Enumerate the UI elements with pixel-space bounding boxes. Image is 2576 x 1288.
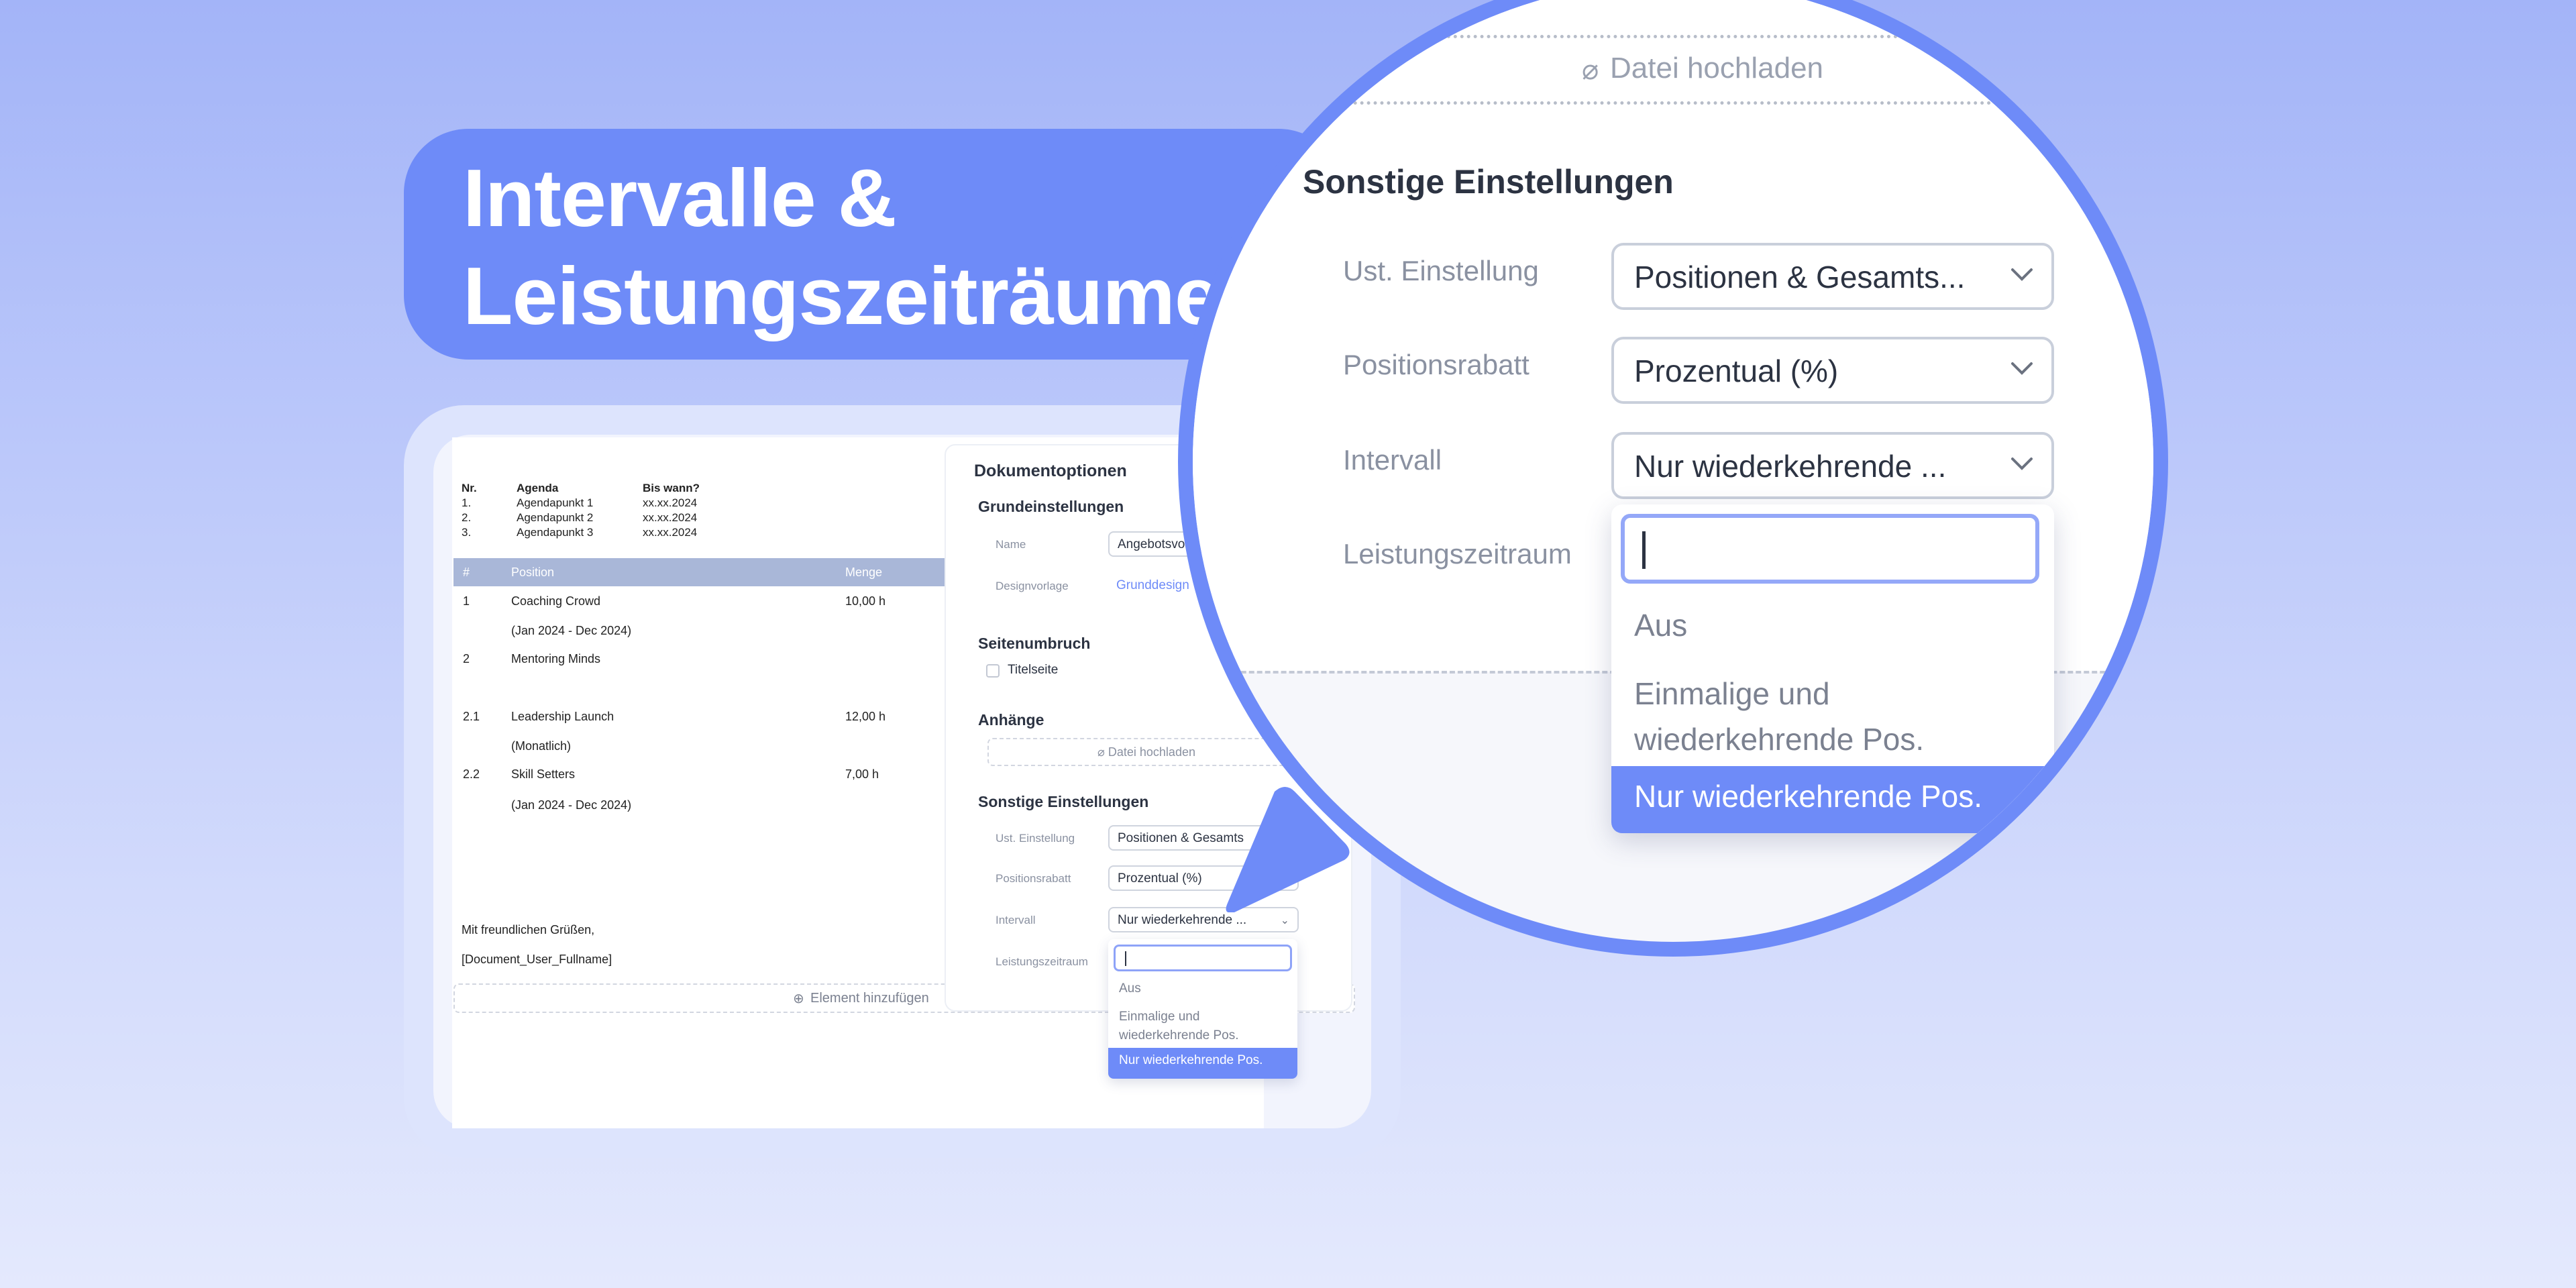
upload-file-button[interactable]: ⌀ Datei hochladen <box>987 738 1305 766</box>
magnified-dropdown-search-input[interactable] <box>1621 514 2039 584</box>
magnified-upload-label: Datei hochladen <box>1610 52 1824 85</box>
page-break-title: Seitenumbruch <box>978 635 1091 652</box>
agenda-item: Agendapunkt 3 <box>517 526 594 539</box>
row-position[interactable]: Coaching Crowd <box>511 594 600 608</box>
option-once-and-recurring-line2[interactable]: wiederkehrende Pos. <box>1119 1026 1239 1045</box>
row-number: 2.1 <box>463 710 480 723</box>
option-recurring-only[interactable]: Nur wiederkehrende Pos. <box>1108 1048 1297 1079</box>
magnified-period-dropdown: Aus Einmalige und wiederkehrende Pos. Nu… <box>1611 504 2054 833</box>
agenda-nr: 3. <box>462 526 472 539</box>
vat-label: Ust. Einstellung <box>996 832 1075 845</box>
title-line-1: Intervalle & <box>463 152 897 244</box>
agenda-header-agenda: Agenda <box>517 482 559 494</box>
positions-table-header: # Position Menge <box>453 558 945 586</box>
magnified-option-off[interactable]: Aus <box>1634 602 1687 648</box>
title-page-checkbox[interactable] <box>986 664 1000 678</box>
row-number: 2 <box>463 652 470 665</box>
upload-label: Datei hochladen <box>1108 745 1195 759</box>
period-label: Leistungszeitraum <box>996 955 1088 968</box>
options-title: Dokumentoptionen <box>974 462 1127 480</box>
row-period-note: (Jan 2024 - Dec 2024) <box>511 798 632 812</box>
paperclip-icon: ⌀ <box>1097 745 1105 759</box>
magnified-option-recurring-only-label: Nur wiederkehrende Pos. <box>1634 779 1983 814</box>
magnified-discount-label: Positionsrabatt <box>1343 349 1529 380</box>
add-element-label: Element hinzufügen <box>810 991 929 1006</box>
agenda-date: xx.xx.2024 <box>643 496 698 509</box>
row-period-note: (Monatlich) <box>511 739 572 753</box>
magnified-option-once-line1[interactable]: Einmalige und <box>1634 671 1830 716</box>
agenda-nr: 1. <box>462 496 472 509</box>
magnified-discount-value: Prozentual (%) <box>1634 354 1839 388</box>
page-title: Intervalle & Leistungszeiträume <box>463 149 1220 345</box>
text-cursor <box>1642 531 1646 569</box>
closing-text: Mit freundlichen Grüßen, <box>462 923 595 936</box>
chevron-down-icon <box>2011 268 2033 281</box>
attachments-title: Anhänge <box>978 711 1044 729</box>
signature-placeholder: [Document_User_Fullname] <box>462 953 612 966</box>
row-quantity: 10,00 h <box>845 594 886 608</box>
dropdown-search-input[interactable] <box>1114 945 1292 971</box>
agenda-date: xx.xx.2024 <box>643 526 698 539</box>
magnified-upload-button[interactable]: ⌀ Datei hochladen <box>1320 35 2004 105</box>
other-settings-title: Sonstige Einstellungen <box>978 793 1149 810</box>
agenda-item: Agendapunkt 2 <box>517 511 594 524</box>
magnified-interval-select[interactable]: Nur wiederkehrende ... <box>1611 432 2054 499</box>
title-page-label: Titelseite <box>1008 663 1059 677</box>
col-quantity: Menge <box>845 566 883 579</box>
interval-label: Intervall <box>996 914 1036 926</box>
agenda-date: xx.xx.2024 <box>643 511 698 524</box>
col-position: Position <box>511 566 555 579</box>
magnified-discount-select[interactable]: Prozentual (%) <box>1611 337 2054 404</box>
design-label: Designvorlage <box>996 580 1069 592</box>
discount-label: Positionsrabatt <box>996 872 1071 885</box>
magnifier-lens: ⌀ Datei hochladen Sonstige Einstellungen… <box>1193 0 2153 942</box>
magnified-interval-label: Intervall <box>1343 444 1442 476</box>
option-off[interactable]: Aus <box>1119 979 1141 998</box>
magnified-vat-label: Ust. Einstellung <box>1343 255 1539 286</box>
title-line-2: Leistungszeiträume <box>463 250 1220 341</box>
agenda-item: Agendapunkt 1 <box>517 496 594 509</box>
row-number: 2.2 <box>463 767 480 781</box>
chevron-down-icon <box>2011 362 2033 375</box>
option-once-and-recurring-line1[interactable]: Einmalige und <box>1119 1008 1199 1026</box>
magnified-vat-value: Positionen & Gesamts... <box>1634 260 1966 294</box>
row-position[interactable]: Skill Setters <box>511 767 575 782</box>
text-cursor <box>1125 951 1126 966</box>
design-link[interactable]: Grunddesign <box>1116 578 1189 593</box>
paperclip-icon: ⌀ <box>1582 54 1599 85</box>
magnified-interval-value: Nur wiederkehrende ... <box>1634 449 1947 484</box>
col-number: # <box>463 566 470 579</box>
row-quantity: 7,00 h <box>845 767 879 781</box>
row-quantity: 12,00 h <box>845 710 886 723</box>
plus-circle-icon: ⊕ <box>793 991 804 1006</box>
period-dropdown: Aus Einmalige und wiederkehrende Pos. Nu… <box>1108 939 1297 1079</box>
magnified-option-once-line2[interactable]: wiederkehrende Pos. <box>1634 716 1924 762</box>
row-position[interactable]: Mentoring Minds <box>511 652 600 666</box>
row-position[interactable]: Leadership Launch <box>511 710 614 724</box>
name-label: Name <box>996 538 1026 551</box>
chevron-down-icon <box>2011 458 2033 470</box>
magnified-period-label: Leistungszeitraum <box>1343 538 1572 570</box>
option-recurring-only-label: Nur wiederkehrende Pos. <box>1119 1053 1263 1067</box>
basic-settings-title: Grundeinstellungen <box>978 498 1124 515</box>
magnified-other-settings-title: Sonstige Einstellungen <box>1303 163 1674 201</box>
agenda-header-nr: Nr. <box>462 482 477 494</box>
magnified-vat-select[interactable]: Positionen & Gesamts... <box>1611 243 2054 310</box>
chevron-down-icon: ⌄ <box>1280 915 1289 926</box>
row-period-note: (Jan 2024 - Dec 2024) <box>511 624 632 637</box>
interval-value: Nur wiederkehrende ... <box>1118 913 1247 927</box>
agenda-header-date: Bis wann? <box>643 482 700 494</box>
magnified-option-recurring-only[interactable]: Nur wiederkehrende Pos. <box>1611 766 2054 833</box>
row-number: 1 <box>463 594 470 608</box>
agenda-nr: 2. <box>462 511 472 524</box>
